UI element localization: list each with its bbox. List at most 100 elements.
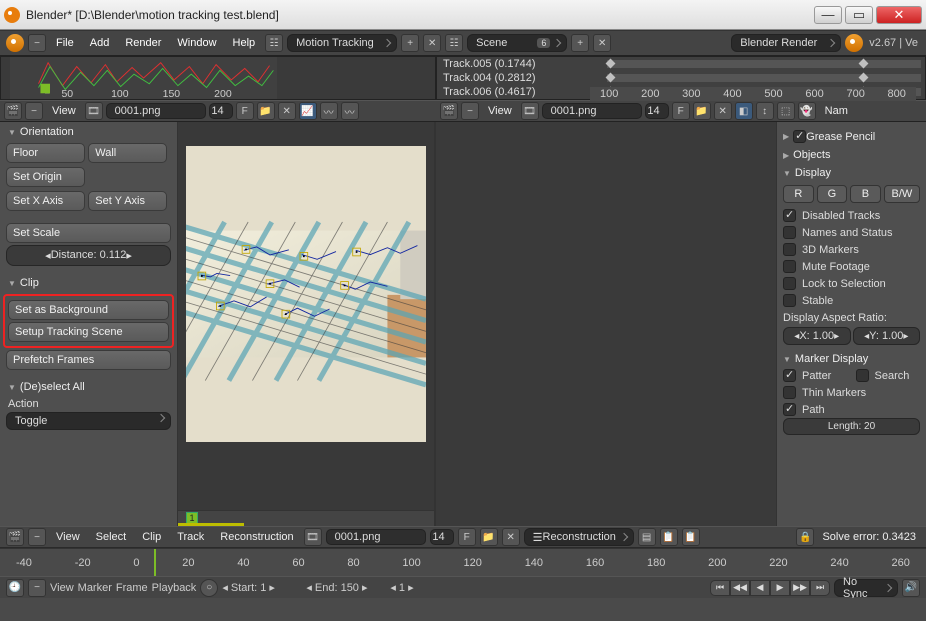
sort-order-right-icon[interactable]: ↕ — [756, 102, 774, 120]
minimize-bottom-header-icon[interactable]: − — [28, 528, 46, 546]
fake-user-left-button[interactable]: F — [236, 102, 254, 120]
menu-view-right[interactable]: View — [482, 105, 518, 117]
menu-add[interactable]: Add — [84, 35, 116, 51]
objects-header[interactable]: Objects — [783, 147, 920, 163]
pattern-check[interactable]: Patter — [783, 367, 848, 384]
floor-button[interactable]: Floor — [6, 143, 85, 163]
orientation-header[interactable]: Orientation — [6, 123, 171, 141]
open-clip-left-icon[interactable]: 📁 — [257, 102, 275, 120]
wall-button[interactable]: Wall — [88, 143, 167, 163]
speaker-icon[interactable]: 🔊 — [902, 579, 920, 597]
menu-select-bottom[interactable]: Select — [90, 531, 133, 543]
sync-mode-dropdown[interactable]: No Sync — [834, 579, 898, 597]
track-row[interactable]: Track.005 (0.1744) — [437, 57, 597, 71]
open-clip-bottom-icon[interactable]: 📁 — [480, 528, 498, 546]
clip-viewport-left[interactable] — [178, 122, 434, 510]
track-bar[interactable] — [597, 71, 925, 85]
clip-viewport-right[interactable] — [436, 122, 776, 526]
collapse-menu-icon[interactable]: − — [28, 34, 46, 52]
auto-keyframe-icon[interactable]: ○ — [200, 579, 218, 597]
delete-screen-button[interactable]: ✕ — [423, 34, 441, 52]
graph-mode-left-icon[interactable]: 📈 — [299, 102, 317, 120]
menu-file[interactable]: File — [50, 35, 80, 51]
set-y-axis-button[interactable]: Set Y Axis — [88, 191, 167, 211]
markers-3d-check[interactable]: 3D Markers — [783, 241, 920, 258]
clip-file-bottom[interactable]: 0001.png — [326, 529, 426, 545]
unlink-clip-bottom-icon[interactable]: ✕ — [502, 528, 520, 546]
channel-b-button[interactable]: B — [850, 185, 881, 203]
graph-editor[interactable]: 1 50 100 150 200 — [0, 56, 436, 100]
marker-display-header[interactable]: Marker Display — [783, 351, 920, 367]
mute-footage-check[interactable]: Mute Footage — [783, 258, 920, 275]
deselect-header[interactable]: (De)select All — [6, 378, 171, 396]
set-scale-button[interactable]: Set Scale — [6, 223, 171, 243]
aspect-x-field[interactable]: ◂X: 1.00▸ — [783, 327, 851, 345]
menu-help[interactable]: Help — [227, 35, 262, 51]
filter-error-left-icon[interactable]: 〰 — [341, 102, 359, 120]
distance-field[interactable]: ◂ Distance: 0.112 ▸ — [6, 245, 171, 266]
minimize-play-header-icon[interactable]: − — [28, 579, 46, 597]
dopesheet-editor[interactable]: Track.005 (0.1744) Track.004 (0.2812) Tr… — [436, 56, 926, 100]
clip-editor-icon-left[interactable]: 🎬 — [4, 102, 22, 120]
play-button[interactable]: ▶ — [770, 580, 790, 596]
timeline-editor-icon[interactable]: 🕘 — [6, 579, 24, 597]
play-reverse-button[interactable]: ◀ — [750, 580, 770, 596]
menu-track-bottom[interactable]: Track — [171, 531, 210, 543]
track-row[interactable]: Track.004 (0.2812) — [437, 71, 597, 85]
clip-image[interactable] — [186, 146, 426, 442]
start-frame-field[interactable]: ◂ Start: 1 ▸ — [222, 581, 302, 594]
paste-settings-icon[interactable]: 📋 — [682, 528, 700, 546]
minimize-button[interactable]: — — [814, 6, 842, 24]
clip-cache-ruler[interactable]: 1 — [178, 510, 434, 526]
menu-reconstruction-bottom[interactable]: Reconstruction — [214, 531, 299, 543]
end-frame-field[interactable]: ◂ End: 150 ▸ — [306, 581, 386, 594]
path-length-field[interactable]: Length: 20 — [783, 418, 920, 435]
maximize-button[interactable]: ▭ — [845, 6, 873, 24]
clip-panel-header[interactable]: Clip — [6, 274, 171, 292]
set-origin-button[interactable]: Set Origin — [6, 167, 85, 187]
add-scene-button[interactable]: + — [571, 34, 589, 52]
screen-browse-icon[interactable]: ☷ — [265, 34, 283, 52]
aspect-y-field[interactable]: ◂Y: 1.00▸ — [853, 327, 921, 345]
screen-layout-dropdown[interactable]: Motion Tracking — [287, 34, 397, 52]
menu-render[interactable]: Render — [119, 35, 167, 51]
delete-scene-button[interactable]: ✕ — [593, 34, 611, 52]
set-as-background-button[interactable]: Set as Background — [8, 300, 169, 320]
lock-view-icon[interactable]: 🔒 — [796, 528, 814, 546]
show-hidden-right-icon[interactable]: 👻 — [798, 102, 816, 120]
clip-file-right[interactable]: 0001.png — [542, 103, 642, 119]
track-row[interactable]: Track.006 (0.4617) — [437, 85, 597, 99]
timeline-editor[interactable]: -40-20020 406080100 120140160180 2002202… — [0, 548, 926, 576]
track-bar[interactable] — [597, 57, 925, 71]
open-clip-right-icon[interactable]: 📁 — [693, 102, 711, 120]
clip-editor-icon-bottom[interactable]: 🎬 — [6, 528, 24, 546]
display-header[interactable]: Display — [783, 165, 920, 181]
channel-r-button[interactable]: R — [783, 185, 814, 203]
menu-view-bottom[interactable]: View — [50, 531, 86, 543]
fake-user-bottom-button[interactable]: F — [458, 528, 476, 546]
close-button[interactable]: ✕ — [876, 6, 922, 24]
names-status-check[interactable]: Names and Status — [783, 224, 920, 241]
render-engine-dropdown[interactable]: Blender Render — [731, 34, 841, 52]
disabled-tracks-check[interactable]: Disabled Tracks — [783, 207, 920, 224]
copy-settings-icon[interactable]: 📋 — [660, 528, 678, 546]
minimize-left-header-icon[interactable]: − — [25, 102, 43, 120]
clip-browse-bottom-icon[interactable]: 🎞 — [304, 528, 322, 546]
info-editor-icon[interactable] — [6, 34, 24, 52]
prefetch-frames-button[interactable]: Prefetch Frames — [6, 350, 171, 370]
menu-view-left[interactable]: View — [46, 105, 82, 117]
search-check[interactable]: Search — [856, 367, 921, 384]
menu-frame-play[interactable]: Frame — [116, 582, 148, 594]
minimize-right-header-icon[interactable]: − — [461, 102, 479, 120]
add-screen-button[interactable]: + — [401, 34, 419, 52]
unlink-clip-right-icon[interactable]: ✕ — [714, 102, 732, 120]
show-selected-right-icon[interactable]: ⬚ — [777, 102, 795, 120]
next-key-button[interactable]: ▶▶ — [790, 580, 810, 596]
jump-start-button[interactable]: ⏮ — [710, 580, 730, 596]
clip-file-left[interactable]: 0001.png — [106, 103, 206, 119]
menu-playback-play[interactable]: Playback — [152, 582, 197, 594]
setup-tracking-scene-button[interactable]: Setup Tracking Scene — [8, 322, 169, 342]
stable-check[interactable]: Stable — [783, 292, 920, 309]
toolbar-toggle-icon[interactable]: ▤ — [638, 528, 656, 546]
channel-bw-button[interactable]: B/W — [884, 185, 920, 203]
